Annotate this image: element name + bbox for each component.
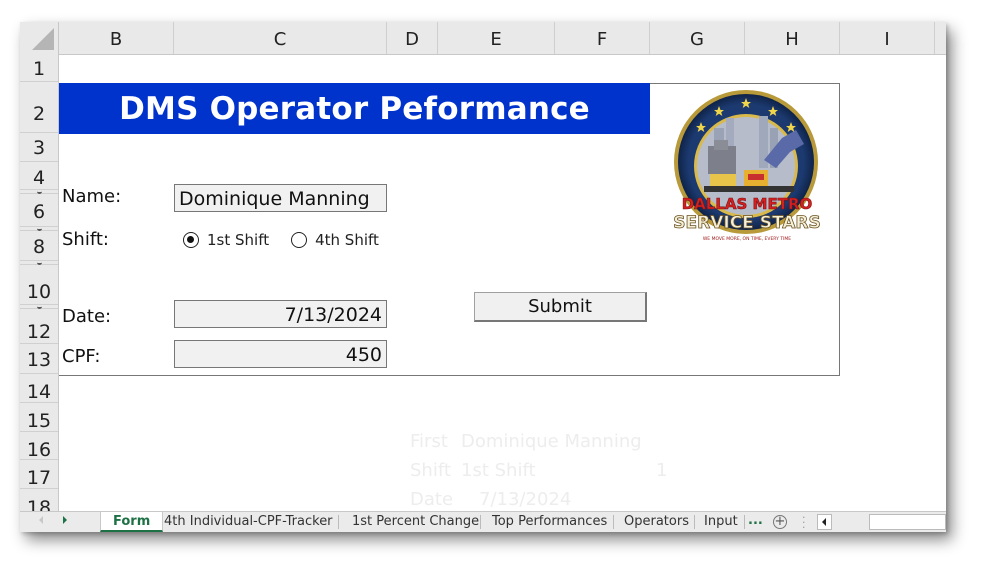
radio-4th-shift[interactable]: 4th Shift	[291, 231, 379, 249]
excel-window: B C D E F G H I 1 2 3 4 6 8 10 12 13 14 …	[20, 22, 946, 532]
ghost-first-label: First	[410, 431, 448, 452]
sheet-tab-1st-percent-change[interactable]: 1st Percent Change	[340, 512, 491, 532]
date-label: Date:	[62, 306, 112, 327]
row-header-16[interactable]: 16	[20, 432, 58, 460]
column-header-e[interactable]: E	[438, 22, 555, 54]
scroll-tabs-right-icon[interactable]	[63, 516, 67, 524]
cpf-input[interactable]: 450	[174, 340, 387, 368]
row-header-1[interactable]: 1	[20, 54, 58, 82]
logo-tagline: WE MOVE MORE, ON TIME, EVERY TIME	[703, 236, 791, 242]
ghost-date-label: Date	[410, 489, 454, 510]
row-header-17[interactable]: 17	[20, 460, 58, 489]
row-header-14[interactable]: 14	[20, 374, 58, 403]
sheet-tab-top-performances[interactable]: Top Performances	[480, 512, 619, 532]
sheet-tab-input[interactable]: Input	[692, 512, 750, 532]
form-title: DMS Operator Peformance	[59, 83, 650, 134]
radio-1st-shift-label[interactable]: 1st Shift	[207, 231, 269, 249]
row-header: 1 2 3 4 6 8 10 12 13 14 15 16 17 18	[20, 54, 59, 532]
scroll-tabs-left-icon[interactable]	[39, 516, 43, 524]
column-header-c[interactable]: C	[174, 22, 387, 54]
add-sheet-icon[interactable]: +	[773, 515, 787, 529]
column-header-f[interactable]: F	[555, 22, 650, 54]
name-label: Name:	[62, 186, 122, 207]
hscroll-left-button[interactable]	[817, 514, 832, 530]
row-header-8[interactable]: 8	[20, 231, 58, 261]
sheet-tab-4th-individual-cpf-tracker[interactable]: 4th Individual-CPF-Tracker	[152, 512, 345, 532]
submit-button[interactable]: Submit	[474, 292, 647, 322]
column-header-d[interactable]: D	[387, 22, 438, 54]
ghost-shift-number: 1	[656, 460, 668, 481]
radio-selected-icon[interactable]	[183, 232, 199, 248]
ghost-shift-label: Shift	[410, 460, 451, 481]
ghost-date-value: 7/13/2024	[479, 489, 572, 510]
radio-unselected-icon[interactable]	[291, 232, 308, 248]
row-header-15[interactable]: 15	[20, 403, 58, 432]
column-header-i[interactable]: I	[840, 22, 935, 54]
splitter-handle[interactable]: · · ·	[802, 512, 806, 532]
tab-separator	[744, 515, 745, 529]
ghost-shift-value: 1st Shift	[461, 460, 536, 481]
worksheet-grid[interactable]: DMS Operator Peformance DALLAS METRO SER…	[59, 55, 946, 532]
radio-1st-shift[interactable]: 1st Shift	[183, 231, 269, 249]
sheet-tab-bar: Form 4th Individual-CPF-Tracker 1st Perc…	[20, 511, 946, 532]
ghost-first-value: Dominique Manning	[461, 431, 642, 452]
row-header-13[interactable]: 13	[20, 344, 58, 374]
row-header-10[interactable]: 10	[20, 265, 58, 305]
logo-text-line2: SERVICE STARS	[673, 213, 820, 233]
sheet-tab-operators[interactable]: Operators	[612, 512, 701, 532]
row-header-12[interactable]: 12	[20, 309, 58, 344]
column-header-b[interactable]: B	[59, 22, 174, 54]
select-all-button[interactable]	[20, 22, 59, 54]
column-header-g[interactable]: G	[650, 22, 745, 54]
shift-label: Shift:	[62, 229, 109, 250]
cpf-label: CPF:	[62, 346, 101, 367]
column-header-h[interactable]: H	[745, 22, 840, 54]
row-header-4[interactable]: 4	[20, 162, 58, 190]
column-header: B C D E F G H I	[20, 22, 946, 55]
shift-radio-group: 1st Shift 4th Shift	[183, 231, 401, 249]
name-input[interactable]: Dominique Manning	[174, 184, 387, 212]
logo-text-line1: DALLAS METRO	[682, 195, 813, 213]
horizontal-scrollbar[interactable]	[869, 514, 946, 530]
date-input[interactable]: 7/13/2024	[174, 300, 387, 328]
row-header-6[interactable]: 6	[20, 194, 58, 227]
row-header-2[interactable]: 2	[20, 82, 58, 133]
row-header-3[interactable]: 3	[20, 133, 58, 162]
radio-4th-shift-label[interactable]: 4th Shift	[315, 231, 379, 249]
more-sheets-button[interactable]: ...	[748, 512, 763, 530]
dallas-metro-service-stars-logo: DALLAS METRO SERVICE STARS WE MOVE MORE,…	[673, 90, 821, 242]
tab-separator	[338, 515, 339, 529]
